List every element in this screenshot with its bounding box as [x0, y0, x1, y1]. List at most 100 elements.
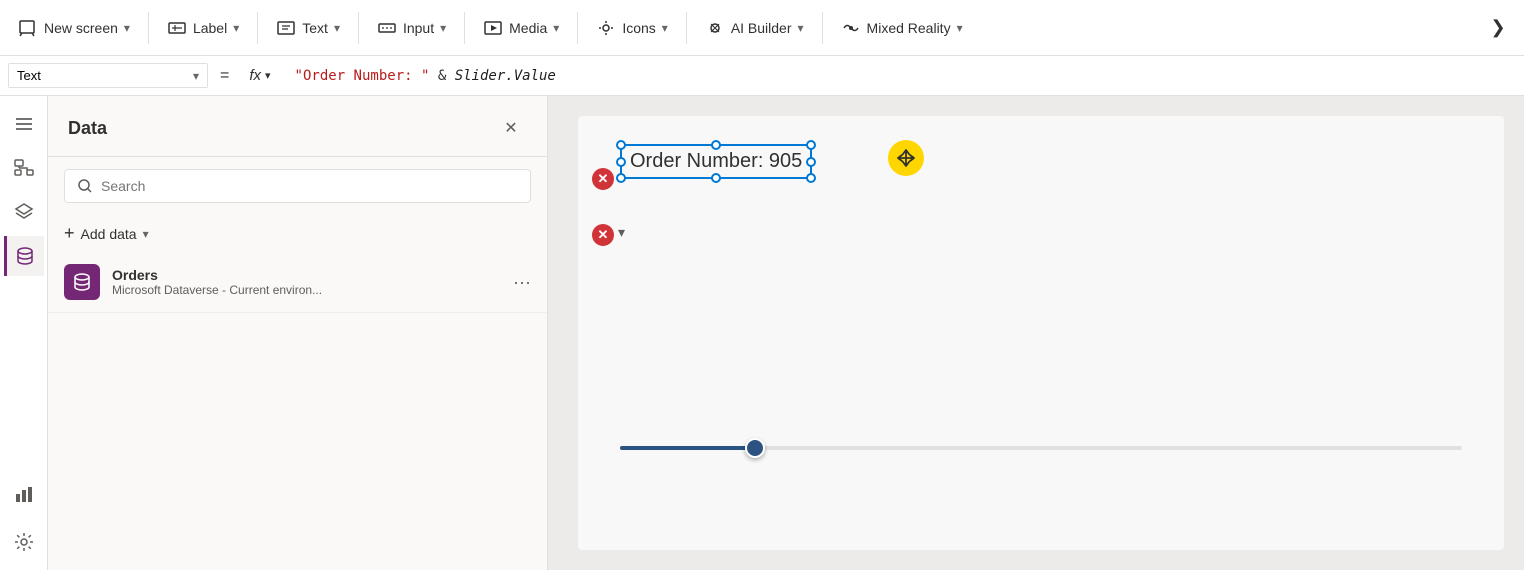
sidebar-item-menu[interactable] — [4, 104, 44, 144]
separator-6 — [686, 12, 687, 44]
resize-handle-bc[interactable] — [711, 173, 721, 183]
data-source-desc-orders: Microsoft Dataverse - Current environ... — [112, 283, 501, 297]
separator-3 — [358, 12, 359, 44]
property-label: Text — [17, 68, 41, 83]
media-icon — [483, 18, 503, 38]
error-badge-1[interactable]: ✕ — [592, 168, 614, 190]
icons-chevron: ▾ — [662, 21, 668, 35]
data-source-icon-orders — [64, 264, 100, 300]
formula-bar: Text ▾ = fx ▾ "Order Number: " & Slider.… — [0, 56, 1524, 96]
resize-handle-bl[interactable] — [616, 173, 626, 183]
sidebar-item-chart[interactable] — [4, 474, 44, 514]
error-badge-2-icon: ✕ — [598, 227, 609, 243]
text-icon — [276, 18, 296, 38]
icons-icon — [596, 18, 616, 38]
mixed-reality-label: Mixed Reality — [867, 20, 951, 36]
main-area: Data ✕ + Add data ▾ — [0, 96, 1524, 570]
search-icon — [77, 178, 93, 194]
new-screen-label: New screen — [44, 20, 118, 36]
resize-handle-tc[interactable] — [711, 140, 721, 150]
move-cursor-icon — [888, 140, 924, 176]
canvas-surface[interactable]: ✕ Order Number: 905 — [578, 116, 1504, 550]
ai-builder-chevron: ▾ — [798, 21, 804, 35]
mixed-reality-button[interactable]: Mixed Reality ▾ — [831, 12, 973, 44]
media-chevron: ▾ — [553, 21, 559, 35]
main-toolbar: New screen ▾ Label ▾ Text ▾ — [0, 0, 1524, 56]
icons-button[interactable]: Icons ▾ — [586, 12, 678, 44]
resize-handle-ml[interactable] — [616, 157, 626, 167]
expand-chevron[interactable]: ▾ — [618, 224, 625, 241]
fx-label: fx — [249, 67, 261, 84]
resize-handle-tl[interactable] — [616, 140, 626, 150]
slider-track — [620, 446, 1462, 450]
text-label: Text — [302, 20, 328, 36]
sidebar-icons — [0, 96, 48, 570]
fx-chevron: ▾ — [265, 69, 271, 82]
data-panel-header: Data ✕ — [48, 96, 547, 157]
error-badge-2[interactable]: ✕ — [592, 224, 614, 246]
data-source-menu-orders[interactable]: ··· — [513, 272, 531, 293]
add-data-button[interactable]: + Add data ▾ — [48, 215, 547, 252]
canvas-area: ✕ Order Number: 905 — [548, 96, 1524, 570]
formula-equals: = — [216, 67, 233, 85]
media-button[interactable]: Media ▾ — [473, 12, 569, 44]
separator-5 — [577, 12, 578, 44]
label-chevron: ▾ — [233, 21, 239, 35]
formula-string-part: "Order Number: " — [295, 68, 430, 84]
resize-handle-mr[interactable] — [806, 157, 816, 167]
new-screen-chevron: ▾ — [124, 21, 130, 35]
add-icon: + — [64, 223, 75, 244]
text-button[interactable]: Text ▾ — [266, 12, 350, 44]
resize-handle-tr[interactable] — [806, 140, 816, 150]
data-panel: Data ✕ + Add data ▾ — [48, 96, 548, 570]
formula-operator: & — [438, 68, 455, 84]
formula-code-part: Slider.Value — [455, 68, 556, 84]
property-chevron: ▾ — [193, 69, 199, 83]
add-data-chevron: ▾ — [143, 227, 149, 241]
toolbar-end: ❯ — [1480, 10, 1516, 46]
ai-builder-button[interactable]: AI Builder ▾ — [695, 12, 814, 44]
mixed-reality-icon — [841, 18, 861, 38]
slider-thumb[interactable] — [745, 438, 765, 458]
search-box — [64, 169, 531, 203]
sidebar-item-layers[interactable] — [4, 192, 44, 232]
formula-fx-button[interactable]: fx ▾ — [241, 67, 278, 84]
input-label: Input — [403, 20, 434, 36]
separator-7 — [822, 12, 823, 44]
label-icon — [167, 18, 187, 38]
resize-handle-br[interactable] — [806, 173, 816, 183]
new-screen-icon — [18, 18, 38, 38]
sidebar-item-tree[interactable] — [4, 148, 44, 188]
input-chevron: ▾ — [440, 21, 446, 35]
sidebar-item-data[interactable] — [4, 236, 44, 276]
separator-4 — [464, 12, 465, 44]
text-chevron: ▾ — [334, 21, 340, 35]
icons-label: Icons — [622, 20, 655, 36]
data-panel-title: Data — [68, 118, 107, 139]
label-label: Label — [193, 20, 227, 36]
input-button[interactable]: Input ▾ — [367, 12, 456, 44]
separator-2 — [257, 12, 258, 44]
search-input[interactable] — [101, 178, 518, 194]
add-data-label: Add data — [81, 226, 137, 242]
property-selector[interactable]: Text ▾ — [8, 63, 208, 88]
separator-1 — [148, 12, 149, 44]
canvas-text-element[interactable]: Order Number: 905 — [620, 144, 812, 179]
mixed-reality-chevron: ▾ — [957, 21, 963, 35]
data-panel-close-button[interactable]: ✕ — [495, 112, 527, 144]
data-source-item-orders[interactable]: Orders Microsoft Dataverse - Current env… — [48, 252, 547, 313]
toolbar-expand-button[interactable]: ❯ — [1480, 10, 1516, 46]
canvas-text-content: Order Number: 905 — [630, 150, 802, 172]
input-icon — [377, 18, 397, 38]
data-source-info-orders: Orders Microsoft Dataverse - Current env… — [112, 267, 501, 297]
sidebar-item-settings[interactable] — [4, 522, 44, 562]
formula-expression[interactable]: "Order Number: " & Slider.Value — [287, 64, 1516, 88]
error-badge-1-icon: ✕ — [598, 171, 609, 187]
close-icon: ✕ — [504, 118, 517, 138]
ai-builder-label: AI Builder — [731, 20, 792, 36]
new-screen-button[interactable]: New screen ▾ — [8, 12, 140, 44]
ai-builder-icon — [705, 18, 725, 38]
label-button[interactable]: Label ▾ — [157, 12, 249, 44]
data-source-name-orders: Orders — [112, 267, 501, 283]
slider-control[interactable] — [620, 446, 1462, 450]
